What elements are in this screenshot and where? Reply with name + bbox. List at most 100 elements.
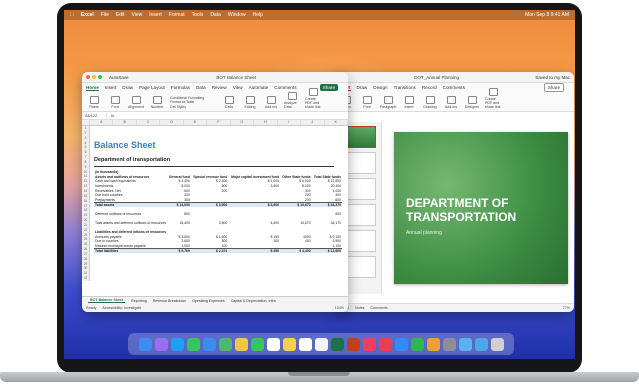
sheet-tab-balance-sheet[interactable]: BOT Balance Sheet: [88, 298, 126, 303]
sheet-tab-reporting[interactable]: Reporting: [131, 299, 147, 303]
safari-icon[interactable]: [170, 337, 184, 351]
value-cell[interactable]: $ 5,760: [167, 247, 191, 253]
appstore-icon[interactable]: [394, 337, 408, 351]
preview-icon[interactable]: [458, 337, 472, 351]
menu-help[interactable]: Help: [253, 12, 263, 18]
trash-icon[interactable]: [490, 337, 504, 351]
name-box[interactable]: AD122: [85, 113, 107, 118]
menu-format[interactable]: Format: [169, 12, 185, 18]
table-row[interactable]: Total liabilities $ 5,760 $ 2,101 $ 350 $ 4,…: [94, 247, 342, 253]
column-header[interactable]: G: [231, 120, 255, 125]
table-row[interactable]: Cash and cash equivalents $ 3,400 $ 2,400 $…: [94, 179, 342, 184]
slide-subtitle[interactable]: Annual planning: [406, 230, 442, 236]
menu-data[interactable]: Data: [210, 12, 221, 18]
music-icon[interactable]: [362, 337, 376, 351]
alignment-button[interactable]: Alignment: [128, 96, 144, 109]
select-all-corner[interactable]: [82, 120, 90, 125]
worksheet-grid[interactable]: 1 2 3 4 5 6 7 8 9 10 11 12 13 14 15 16 17 18 19 20 21 22 23 24 2…: [82, 126, 348, 281]
sheet-tab-operating[interactable]: Operating Expenses: [192, 299, 225, 303]
settings-icon[interactable]: [442, 337, 456, 351]
finder-icon[interactable]: [138, 337, 152, 351]
facetime-icon[interactable]: [250, 337, 264, 351]
excel-icon[interactable]: [330, 337, 344, 351]
column-header[interactable]: I: [278, 120, 302, 125]
excel-titlebar[interactable]: AutoSave BOT Balance Sheet: [82, 72, 348, 83]
freeform-icon[interactable]: [314, 337, 328, 351]
news-icon[interactable]: [378, 337, 392, 351]
number-button[interactable]: Number: [149, 96, 165, 109]
create-pdf-button[interactable]: Create PDF and share link: [485, 88, 501, 109]
tab-data[interactable]: Data: [196, 85, 206, 90]
row-label-cell[interactable]: Liabilities and deferred inflows of reso…: [94, 230, 167, 235]
balance-sheet-title[interactable]: Balance Sheet: [94, 140, 348, 150]
column-header[interactable]: B: [113, 120, 137, 125]
tab-automate[interactable]: Automate: [249, 85, 269, 90]
column-header[interactable]: A: [90, 120, 114, 125]
designer-button[interactable]: Designer: [464, 96, 480, 109]
value-cell[interactable]: $ 350: [228, 247, 281, 253]
paragraph-button[interactable]: Paragraph: [380, 96, 396, 109]
department-subtitle[interactable]: Department of transportation: [94, 157, 334, 167]
row-label-cell[interactable]: Total assets and deferred outflows of re…: [94, 221, 167, 226]
menu-app-name[interactable]: Excel: [81, 12, 94, 18]
zoom-level[interactable]: 104%: [335, 306, 344, 310]
column-header[interactable]: K: [325, 120, 348, 125]
menu-edit[interactable]: Edit: [116, 12, 125, 18]
table-row[interactable]: Total assets and deferred outflows of re…: [94, 221, 342, 226]
apple-icon[interactable]: : [70, 12, 74, 18]
fx-icon[interactable]: fx: [111, 113, 114, 118]
menu-view[interactable]: View: [132, 12, 143, 18]
zoom-button[interactable]: [98, 75, 102, 79]
value-cell[interactable]: Special revenue fund: [191, 175, 228, 180]
font-button[interactable]: Font: [359, 96, 375, 109]
powerpoint-icon[interactable]: [346, 337, 360, 351]
menu-file[interactable]: File: [101, 12, 109, 18]
row-headers[interactable]: 1 2 3 4 5 6 7 8 9 10 11 12 13 14 15 16 17 18 19 20 21 22 23 24 2…: [82, 126, 90, 281]
tab-home[interactable]: Home: [86, 85, 99, 91]
launchpad-icon[interactable]: [154, 337, 168, 351]
slide-title[interactable]: DEPARTMENT OF TRANSPORTATION: [406, 196, 566, 224]
downloads-icon[interactable]: [474, 337, 488, 351]
slide-canvas[interactable]: DEPARTMENT OF TRANSPORTATION Annual plan…: [394, 132, 568, 284]
row-number[interactable]: 32: [82, 276, 89, 281]
sheet-tab-revenue[interactable]: Revenue Breakdown: [153, 299, 186, 303]
notes-button[interactable]: Notes: [355, 306, 364, 310]
sheet-tab-capital[interactable]: Capital & Depreciation, Infra: [231, 299, 276, 303]
tab-transitions[interactable]: Transitions: [394, 85, 416, 90]
record-button[interactable]: Record: [422, 85, 437, 90]
messages-icon[interactable]: [186, 337, 200, 351]
minimize-button[interactable]: [92, 75, 96, 79]
editing-button[interactable]: Editing: [242, 96, 258, 109]
paste-button[interactable]: Paste: [86, 96, 102, 109]
addins-button[interactable]: Add-ins: [263, 96, 279, 109]
font-button[interactable]: Font: [107, 96, 123, 109]
notes-icon[interactable]: [282, 337, 296, 351]
tab-formulas[interactable]: Formulas: [171, 85, 190, 90]
value-cell[interactable]: $ 12,600: [311, 247, 342, 253]
cells-button[interactable]: Cells: [221, 96, 237, 109]
numbers-icon[interactable]: [410, 337, 424, 351]
status-comments-button[interactable]: Comments: [370, 306, 387, 310]
mail-icon[interactable]: [202, 337, 216, 351]
share-button[interactable]: Share: [543, 83, 564, 92]
comments-button[interactable]: Comments: [443, 85, 465, 90]
row-label-cell[interactable]: Total liabilities: [94, 247, 168, 253]
drawing-button[interactable]: Drawing: [422, 96, 438, 109]
accessibility-status[interactable]: Accessibility: Investigate: [102, 306, 141, 310]
zoom-level[interactable]: 77%: [563, 306, 570, 310]
cell-styles-button[interactable]: Cell Styles: [170, 105, 216, 109]
tab-page-layout[interactable]: Page Layout: [139, 85, 165, 90]
comments-button[interactable]: Comments: [274, 85, 296, 90]
table-row[interactable]: Assets and outflows of resources General …: [94, 175, 342, 180]
menu-insert[interactable]: Insert: [149, 12, 162, 18]
calendar-icon[interactable]: [266, 337, 280, 351]
tab-insert[interactable]: Insert: [105, 85, 117, 90]
column-header[interactable]: C: [137, 120, 161, 125]
value-cell[interactable]: Major capital investment fund: [228, 175, 280, 180]
column-header[interactable]: E: [184, 120, 208, 125]
column-header[interactable]: F: [207, 120, 231, 125]
addins-button[interactable]: Add-ins: [443, 96, 459, 109]
column-header[interactable]: J: [301, 120, 325, 125]
value-cell[interactable]: General fund: [167, 175, 191, 180]
analyze-data-button[interactable]: Analyze Data: [284, 92, 300, 109]
